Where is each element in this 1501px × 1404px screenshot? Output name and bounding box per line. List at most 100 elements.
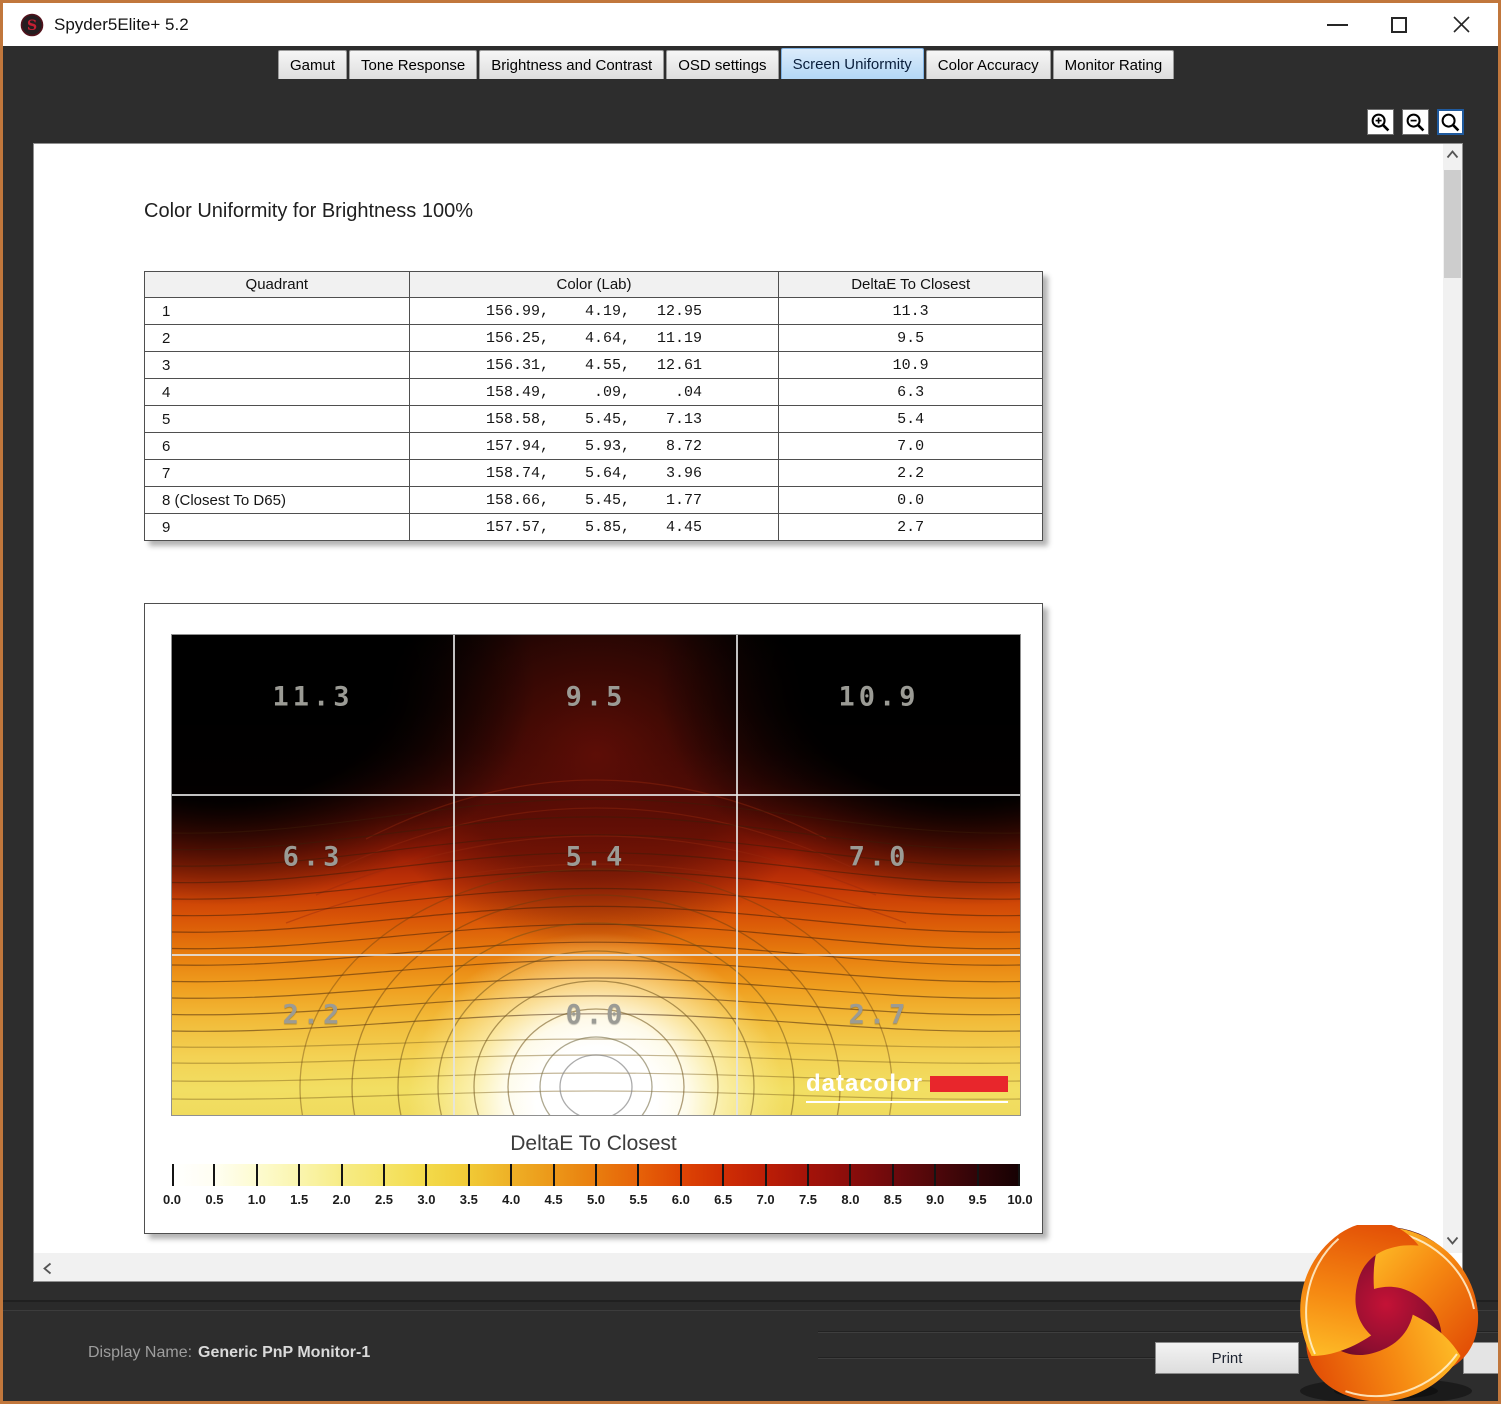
lab-cell: 157.94, 5.93, 8.72	[408, 432, 780, 460]
tab-color-accuracy[interactable]: Color Accuracy	[925, 50, 1051, 79]
tab-brightness-and-contrast[interactable]: Brightness and Contrast	[479, 50, 665, 79]
grid-line-horizontal	[172, 954, 1020, 956]
heatmap-cell-label: 2.7	[848, 999, 910, 1031]
legend-title: DeltaE To Closest	[510, 1132, 677, 1155]
colorbar-tick-label: 6.0	[671, 1192, 690, 1207]
delta-e-cell: 5.4	[778, 405, 1043, 433]
tab-tone-response[interactable]: Tone Response	[349, 50, 478, 79]
table-row: 4 158.49, .09, .04 6.3	[144, 378, 1043, 406]
colorbar-tick	[807, 1164, 809, 1186]
close-button[interactable]	[1430, 3, 1492, 46]
colorbar-tick	[172, 1164, 174, 1186]
spyder-swirl-logo	[1300, 1225, 1479, 1401]
colorbar-tick	[934, 1164, 937, 1186]
table-row: 1 156.99, 4.19, 12.95 11.3	[144, 297, 1043, 325]
uniformity-table: Quadrant Color (Lab) DeltaE To Closest 1 15…	[144, 271, 1043, 541]
tab-bar: Gamut Tone Response Brightness and Contras…	[278, 48, 1176, 79]
quadrant-cell: 7	[144, 459, 410, 487]
window-controls	[1306, 3, 1492, 46]
table-row: 6 157.94, 5.93, 8.72 7.0	[144, 432, 1043, 460]
tab-monitor-rating[interactable]: Monitor Rating	[1052, 50, 1175, 79]
lab-cell: 156.31, 4.55, 12.61	[408, 351, 780, 379]
scroll-left-icon[interactable]	[43, 1262, 52, 1275]
heatmap-cell-label: 9.5	[565, 681, 627, 713]
grid-line-horizontal	[172, 794, 1020, 796]
zoom-in-button[interactable]	[1367, 109, 1394, 135]
print-button[interactable]: Print	[1155, 1342, 1299, 1374]
vertical-scroll-thumb[interactable]	[1444, 170, 1461, 278]
colorbar-tick	[467, 1164, 470, 1186]
colorbar-tick	[425, 1164, 428, 1186]
maximize-button[interactable]	[1368, 3, 1430, 46]
delta-e-cell: 2.7	[778, 513, 1043, 541]
svg-text:S: S	[27, 18, 37, 34]
heatmap-cell-label: 0.0	[565, 999, 627, 1031]
lab-cell: 158.49, .09, .04	[408, 378, 780, 406]
grid-line-vertical	[453, 635, 455, 1115]
quadrant-cell: 3	[144, 351, 410, 379]
footer-separator	[3, 1300, 1498, 1311]
lab-cell: 157.57, 5.85, 4.45	[408, 513, 780, 541]
colorbar-tick	[383, 1164, 385, 1186]
colorbar-tick-label: 3.5	[459, 1192, 478, 1207]
colorbar-tick-label: 4.5	[544, 1192, 563, 1207]
table-row: 9 157.57, 5.85, 4.45 2.7	[144, 513, 1043, 541]
colorbar-tick	[679, 1164, 682, 1186]
quadrant-cell: 8 (Closest To D65)	[144, 486, 410, 514]
lab-cell: 156.99, 4.19, 12.95	[408, 297, 780, 325]
colorbar-tick	[976, 1164, 979, 1186]
zoom-toolbar	[1367, 109, 1464, 135]
colorbar-tick	[510, 1164, 513, 1186]
table-row: 5 158.58, 5.45, 7.13 5.4	[144, 405, 1043, 433]
minimize-button[interactable]	[1306, 3, 1368, 46]
window-title: Spyder5Elite+ 5.2	[54, 14, 189, 34]
maximize-icon	[1391, 16, 1407, 33]
heatmap-cell-label: 7.0	[848, 841, 910, 873]
grid-line-vertical	[736, 635, 738, 1115]
display-name-value: Generic PnP Monitor-1	[198, 1344, 371, 1361]
heatmap-cell-label: 6.3	[282, 841, 344, 873]
colorbar	[172, 1164, 1020, 1186]
delta-e-cell: 6.3	[778, 378, 1043, 406]
heatmap-cell-label: 11.3	[272, 681, 354, 713]
quadrant-cell: 1	[144, 297, 410, 325]
heatmap-plot: 11.3 9.5 10.9 6.3 5.4 7.0 2.2 0.0 2.7 datacolor	[171, 634, 1021, 1116]
heatmap-cell-label: 10.9	[838, 681, 920, 713]
colorbar-tick	[764, 1164, 767, 1186]
spyder-app-icon: S	[20, 13, 44, 36]
tab-gamut[interactable]: Gamut	[278, 50, 348, 79]
delta-e-cell: 10.9	[778, 351, 1043, 379]
zoom-reset-button[interactable]	[1437, 109, 1464, 135]
heatmap-box: 11.3 9.5 10.9 6.3 5.4 7.0 2.2 0.0 2.7 datacolor …	[144, 603, 1043, 1234]
tab-osd-settings[interactable]: OSD settings	[666, 50, 779, 79]
table-row: 8 (Closest To D65) 158.66, 5.45, 1.77 0.0	[144, 486, 1043, 514]
colorbar-tick	[891, 1164, 894, 1186]
colorbar-tick-label: 2.0	[332, 1192, 351, 1207]
title-bar: S Spyder5Elite+ 5.2	[3, 3, 1498, 46]
delta-e-cell: 0.0	[778, 486, 1043, 514]
colorbar-tick-label: 3.0	[417, 1192, 436, 1207]
table-row: 7 158.74, 5.64, 3.96 2.2	[144, 459, 1043, 487]
tab-screen-uniformity[interactable]: Screen Uniformity	[780, 48, 924, 79]
heatmap-cell-label: 5.4	[565, 841, 627, 873]
colorbar-tick-label: 0.0	[162, 1192, 182, 1207]
vertical-scrollbar[interactable]	[1443, 144, 1462, 1253]
zoom-out-button[interactable]	[1402, 109, 1429, 135]
column-header: Quadrant	[144, 271, 410, 298]
quadrant-cell: 2	[144, 324, 410, 352]
quadrant-cell: 9	[144, 513, 410, 541]
colorbar-tick	[552, 1164, 555, 1186]
minimize-icon	[1326, 23, 1348, 26]
datacolor-red-block	[930, 1076, 1008, 1092]
horizontal-scrollbar[interactable]	[34, 1253, 1444, 1281]
datacolor-text: datacolor	[805, 1070, 923, 1097]
colorbar-tick-label: 0.5	[205, 1192, 224, 1207]
colorbar-tick-label: 9.5	[968, 1192, 987, 1207]
colorbar-tick-label: 1.5	[290, 1192, 309, 1207]
colorbar-tick	[722, 1164, 725, 1186]
content-panel: Color Uniformity for Brightness 100% Qua…	[33, 143, 1463, 1282]
colorbar-tick	[1018, 1164, 1020, 1186]
scroll-up-icon[interactable]	[1446, 150, 1459, 159]
quadrant-cell: 6	[144, 432, 410, 460]
quadrant-cell: 4	[144, 378, 410, 406]
